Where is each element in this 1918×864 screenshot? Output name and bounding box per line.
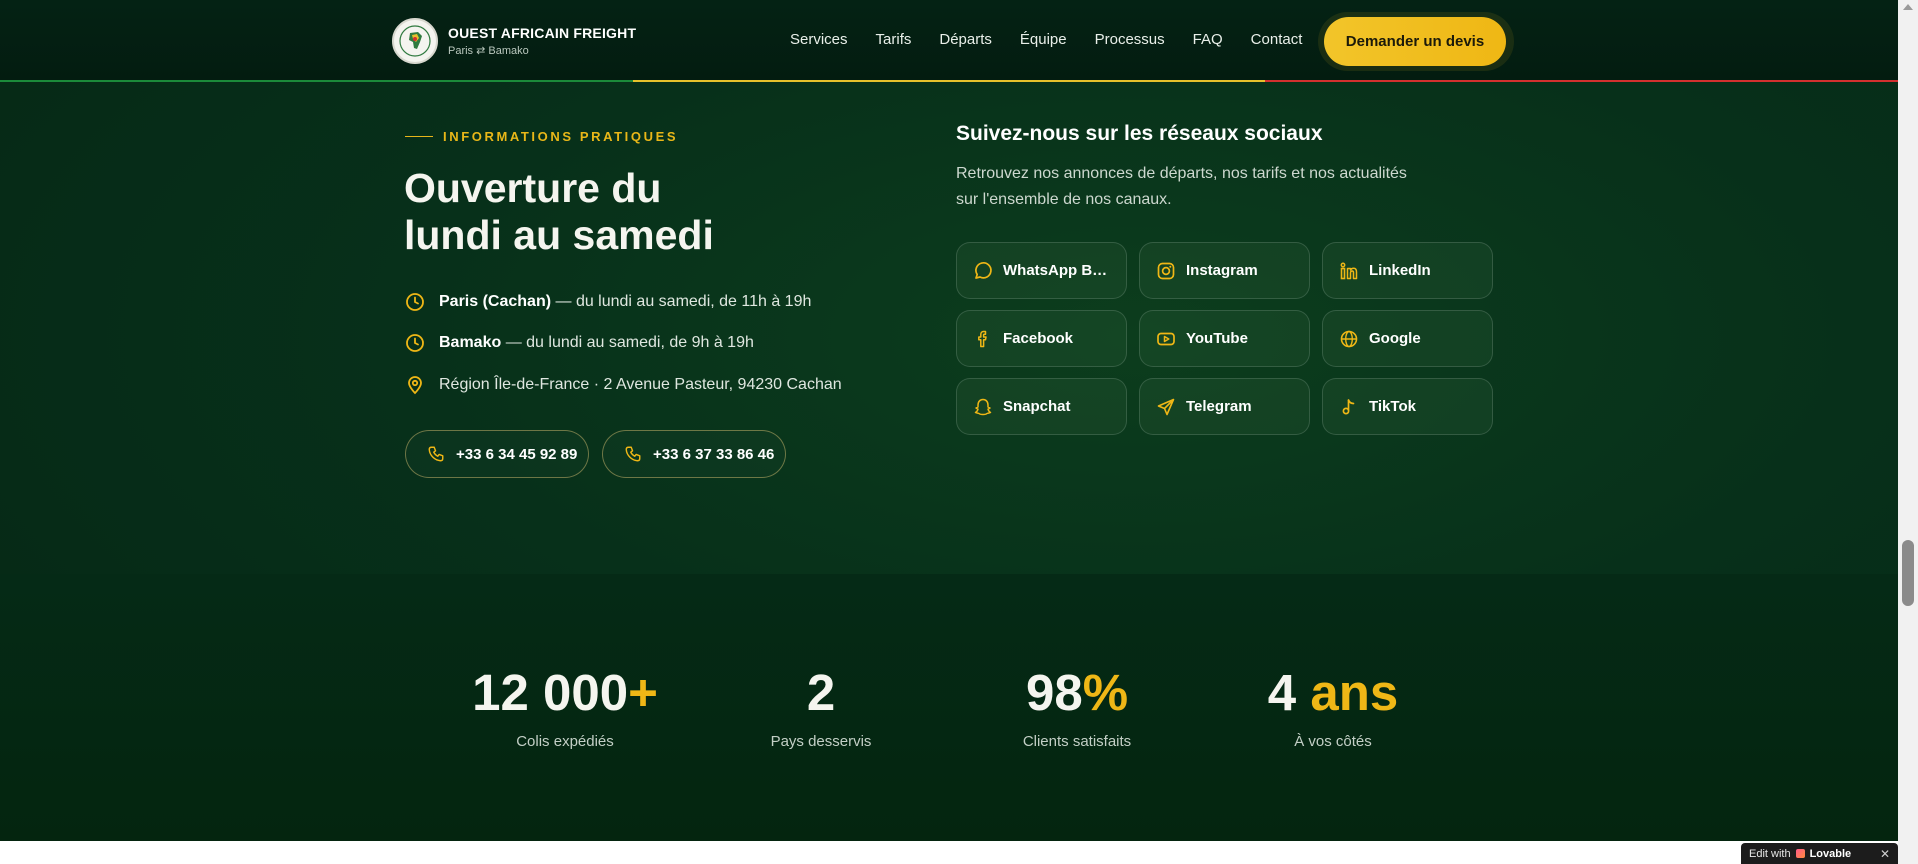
title-line-2: lundi au samedi xyxy=(404,212,714,258)
map-pin-icon xyxy=(405,375,425,395)
stat-satisfaction: 98% Clients satisfaits xyxy=(967,664,1187,751)
nav-services[interactable]: Services xyxy=(790,31,848,48)
facebook-icon xyxy=(973,329,993,349)
phone-icon xyxy=(426,444,446,464)
social-label: WhatsApp Bu... xyxy=(1003,262,1111,279)
nav-departs[interactable]: Départs xyxy=(939,31,992,48)
nav-faq[interactable]: FAQ xyxy=(1193,31,1223,48)
stat-years: 4 ans À vos côtés xyxy=(1223,664,1443,751)
social-label: Snapchat xyxy=(1003,398,1071,415)
whatsapp-icon xyxy=(973,261,993,281)
flag-stripe-green xyxy=(0,80,633,82)
social-link-whatsapp[interactable]: WhatsApp Bu... xyxy=(956,242,1127,299)
social-link-linkedin[interactable]: LinkedIn xyxy=(1322,242,1493,299)
social-link-instagram[interactable]: Instagram xyxy=(1139,242,1310,299)
hours-text: Paris (Cachan) — du lundi au samedi, de … xyxy=(439,293,812,310)
stat-label: Pays desservis xyxy=(770,733,872,750)
social-link-facebook[interactable]: Facebook xyxy=(956,310,1127,367)
nav-equipe[interactable]: Équipe xyxy=(1020,31,1067,48)
social-description: Retrouvez nos annonces de départs, nos t… xyxy=(956,165,1407,208)
nav-contact[interactable]: Contact xyxy=(1251,31,1303,48)
social-grid: WhatsApp Bu... Instagram LinkedIn Facebo… xyxy=(956,242,1493,435)
stat-label: Colis expédiés xyxy=(516,733,614,750)
stat-value: 98% xyxy=(1025,664,1129,721)
phone-number: +33 6 37 33 86 46 xyxy=(653,445,775,463)
phone-icon xyxy=(623,444,643,464)
badge-brand: Lovable xyxy=(1809,847,1852,860)
site-header: OUEST AFRICAIN FREIGHT Paris ⇄ Bamako Se… xyxy=(0,0,1898,82)
social-label: Telegram xyxy=(1186,398,1252,415)
social-label: YouTube xyxy=(1186,330,1248,347)
stats-band xyxy=(0,574,1898,841)
stat-label: À vos côtés xyxy=(1294,733,1372,750)
phone-number: +33 6 34 45 92 89 xyxy=(456,445,578,463)
stat-parcels: 12 000+ Colis expédiés xyxy=(455,664,675,751)
youtube-icon xyxy=(1156,329,1176,349)
social-label: Facebook xyxy=(1003,330,1074,347)
scroll-up-arrow-icon[interactable] xyxy=(1903,4,1913,10)
stat-value: 4 ans xyxy=(1267,664,1399,721)
brand[interactable]: OUEST AFRICAIN FREIGHT Paris ⇄ Bamako xyxy=(392,18,636,64)
globe-icon xyxy=(1339,329,1359,349)
flag-stripe-yellow xyxy=(632,80,1266,82)
social-title: Suivez-nous sur les réseaux sociaux xyxy=(956,122,1323,145)
main-nav: Services Tarifs Départs Équipe Processus… xyxy=(790,31,1302,48)
ghost-icon xyxy=(973,397,993,417)
phone-button-2[interactable]: +33 6 37 33 86 46 xyxy=(602,430,786,478)
social-label: Instagram xyxy=(1186,262,1258,279)
section-title: Ouverture du lundi au samedi xyxy=(404,165,824,259)
section-eyebrow: INFORMATIONS PRATIQUES xyxy=(405,129,678,144)
social-link-telegram[interactable]: Telegram xyxy=(1139,378,1310,435)
social-link-tiktok[interactable]: TikTok xyxy=(1322,378,1493,435)
scrollbar-track[interactable] xyxy=(1898,0,1918,864)
page: OUEST AFRICAIN FREIGHT Paris ⇄ Bamako Se… xyxy=(0,0,1898,841)
social-label: Google xyxy=(1369,330,1421,347)
badge-prefix: Edit with xyxy=(1749,847,1791,860)
linkedin-icon xyxy=(1339,261,1359,281)
phone-button-1[interactable]: +33 6 34 45 92 89 xyxy=(405,430,589,478)
send-icon xyxy=(1156,397,1176,417)
request-quote-button[interactable]: Demander un devis xyxy=(1324,17,1506,66)
flag-stripe-red xyxy=(1265,80,1898,82)
brand-subtitle: Paris ⇄ Bamako xyxy=(448,45,529,57)
hours-text: Bamako — du lundi au samedi, de 9h à 19h xyxy=(439,334,754,351)
logo xyxy=(392,18,438,64)
address: Région Île-de-France · 2 Avenue Pasteur,… xyxy=(405,375,842,395)
close-icon[interactable]: ✕ xyxy=(1880,847,1890,861)
scrollbar-thumb[interactable] xyxy=(1902,540,1914,606)
brand-name: OUEST AFRICAIN FREIGHT xyxy=(448,25,637,41)
nav-processus[interactable]: Processus xyxy=(1095,31,1165,48)
address-text: Région Île-de-France · 2 Avenue Pasteur,… xyxy=(439,376,842,393)
title-line-1: Ouverture du xyxy=(404,165,662,211)
eyebrow-text: INFORMATIONS PRATIQUES xyxy=(443,129,679,144)
clock-icon xyxy=(405,333,425,353)
social-link-youtube[interactable]: YouTube xyxy=(1139,310,1310,367)
stat-value: 2 xyxy=(806,664,836,721)
lovable-logo-icon xyxy=(1795,849,1805,858)
social-link-snapchat[interactable]: Snapchat xyxy=(956,378,1127,435)
edit-with-lovable-badge[interactable]: Edit with Lovable ✕ xyxy=(1741,843,1898,864)
social-link-google[interactable]: Google xyxy=(1322,310,1493,367)
clock-icon xyxy=(405,292,425,312)
stat-value: 12 000+ xyxy=(472,664,658,721)
social-label: TikTok xyxy=(1369,398,1416,415)
instagram-icon xyxy=(1156,261,1176,281)
eyebrow-line xyxy=(405,136,433,137)
social-label: LinkedIn xyxy=(1369,262,1431,279)
hours-paris: Paris (Cachan) — du lundi au samedi, de … xyxy=(405,292,811,312)
hours-bamako: Bamako — du lundi au samedi, de 9h à 19h xyxy=(405,333,754,353)
flag-divider xyxy=(0,80,1898,82)
nav-tarifs[interactable]: Tarifs xyxy=(876,31,912,48)
music-note-icon xyxy=(1339,397,1359,417)
stat-countries: 2 Pays desservis xyxy=(711,664,931,751)
stat-label: Clients satisfaits xyxy=(1022,733,1132,750)
